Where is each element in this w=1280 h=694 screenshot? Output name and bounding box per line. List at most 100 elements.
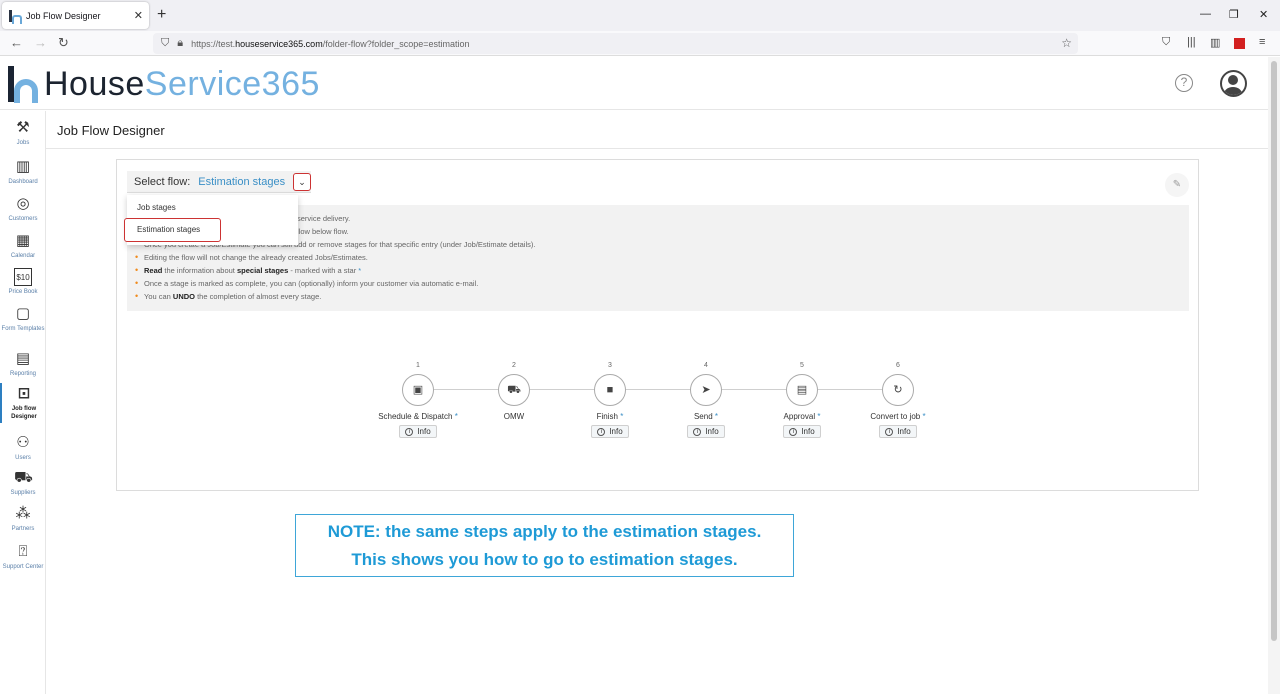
sidebar-item-reporting[interactable]: ▤ Reporting (0, 350, 46, 378)
user-avatar-icon[interactable] (1220, 70, 1247, 97)
select-flow-value[interactable]: Estimation stages (198, 176, 285, 188)
logo-text-house: House (44, 64, 145, 103)
flow-icon: ⊡ (17, 385, 31, 402)
info-icon: i (789, 427, 798, 436)
library-icon[interactable]: ||| (1187, 36, 1196, 48)
back-icon[interactable]: ← (10, 35, 23, 50)
sidebar-item-label: Jobs (16, 140, 30, 146)
favicon-icon (8, 9, 22, 24)
restore-icon[interactable]: ❐ (1229, 8, 1239, 21)
sidebar-item-jobs[interactable]: ⚒ Jobs (0, 119, 46, 147)
sidebar-item-form-templates[interactable]: ▢ Form Templates (0, 305, 46, 333)
annotation-note: NOTE: the same steps apply to the estima… (295, 514, 794, 577)
edit-pencil-icon[interactable]: ✎ (1165, 173, 1189, 197)
pocket-icon[interactable]: ⛉ (1162, 36, 1170, 49)
step-number: 5 (800, 362, 804, 369)
select-flow-label: Select flow: (134, 175, 191, 188)
info-icon: i (693, 427, 702, 436)
document-icon[interactable]: ▤ (786, 374, 818, 406)
sidebar-item-job-flow-designer[interactable]: ⊡ Job flow Designer (0, 383, 46, 423)
sidebar-item-label: Reporting (9, 371, 36, 377)
step-name: Convert to job * (870, 412, 926, 421)
shield-icon: ⛉ (161, 37, 170, 49)
stop-icon[interactable]: ■ (594, 374, 626, 406)
sidebar-item-label: Job flow Designer (11, 406, 37, 420)
step-info-button[interactable]: i Info (399, 425, 437, 438)
convert-icon[interactable]: ↻ (882, 374, 914, 406)
info-icon: i (885, 427, 894, 436)
target-icon: ◎ (16, 195, 30, 212)
browser-tab[interactable]: Job Flow Designer ✕ (2, 2, 149, 29)
note-line-2: This shows you how to go to estimation s… (351, 550, 738, 569)
sidebar-item-support-center[interactable]: ⍰ Support Center (0, 543, 46, 571)
info-line: Editing the flow will not change the alr… (135, 251, 1189, 264)
sidebar-item-suppliers[interactable]: ⛟ Suppliers (0, 469, 46, 497)
page-scrollbar[interactable] (1268, 57, 1280, 694)
sidebar-item-price-book[interactable]: $10 Price Book (0, 268, 46, 296)
sidebar-item-label: Form Templates (1, 326, 45, 332)
help-icon[interactable]: ? (1175, 74, 1193, 92)
step-info-button[interactable]: i Info (879, 425, 917, 438)
step-name: Finish * (596, 412, 624, 421)
flow-step: 6 ↻ Convert to job * i Info (848, 362, 948, 439)
sidebar-item-label: Partners (11, 526, 35, 532)
step-name: Schedule & Dispatch * (378, 412, 458, 421)
flow-dropdown-menu: Job stages Estimation stages (124, 195, 298, 245)
forward-icon[interactable]: → (34, 35, 47, 50)
sidebar-item-label: Support Center (2, 564, 44, 570)
sidebar-item-users[interactable]: ⚇ Users (0, 434, 46, 462)
reload-icon[interactable]: ↻ (58, 35, 69, 51)
app-header: House Service365 ? (0, 57, 1268, 110)
info-icon: i (597, 427, 606, 436)
window-close-icon[interactable]: ✕ (1259, 8, 1268, 21)
sidebar-item-dashboard[interactable]: ▥ Dashboard (0, 158, 46, 186)
step-info-button[interactable]: i Info (591, 425, 629, 438)
calendar-check-icon[interactable]: ▣ (402, 374, 434, 406)
truck-icon[interactable]: ⛟ (498, 374, 530, 406)
flow-select[interactable]: Select flow: Estimation stages ⌄ (127, 171, 312, 193)
minimize-icon[interactable]: — (1200, 8, 1211, 20)
step-info-button[interactable]: i Info (687, 425, 725, 438)
logo[interactable]: House Service365 (6, 64, 320, 104)
sidebar-item-label: Users (15, 455, 31, 461)
info-icon: i (405, 427, 414, 436)
menu-icon[interactable]: ≡ (1259, 36, 1265, 48)
step-number: 3 (608, 362, 612, 369)
note-line-1: NOTE: the same steps apply to the estima… (327, 522, 762, 541)
logo-mark-icon (6, 64, 40, 104)
sidebar-toggle-icon[interactable]: ▥ (1210, 36, 1220, 49)
support-icon: ⍰ (18, 543, 28, 560)
sidebar-item-calendar[interactable]: ▦ Calendar (0, 232, 46, 260)
chevron-down-icon[interactable]: ⌄ (293, 173, 312, 191)
sidebar-item-customers[interactable]: ◎ Customers (0, 195, 46, 223)
sidebar-item-partners[interactable]: ⁂ Partners (0, 505, 46, 533)
truck-icon: ⛟ (14, 469, 33, 486)
step-info-button[interactable]: i Info (783, 425, 821, 438)
flow-step: 4 ➤ Send * i Info (656, 362, 756, 439)
flow-step: 5 ▤ Approval * i Info (752, 362, 852, 439)
url-domain: houseservice365.com (235, 38, 323, 49)
price-icon: $10 (14, 268, 32, 286)
browser-nav-bar: ← → ↻ ⛉ 🔒︎ https://test. houseservice365.… (0, 31, 1280, 56)
tab-close-icon[interactable]: ✕ (134, 9, 143, 22)
divider (46, 148, 1268, 149)
flow-step: 2 ⛟ OMW (464, 362, 564, 421)
lock-icon: 🔒︎ (177, 37, 184, 49)
new-tab-button[interactable]: + (157, 6, 166, 24)
step-number: 2 (512, 362, 516, 369)
sidebar-item-label: Dashboard (8, 179, 38, 185)
dropdown-option-estimation-stages[interactable]: Estimation stages (124, 218, 221, 242)
url-bar[interactable]: ⛉ 🔒︎ https://test. houseservice365.com/fo… (153, 33, 1078, 54)
report-icon: ▤ (15, 350, 31, 367)
info-line: Once a stage is marked as complete, you … (135, 277, 1189, 290)
step-number: 1 (416, 362, 420, 369)
dropdown-option-job-stages[interactable]: Job stages (127, 198, 298, 218)
chart-icon: ▥ (15, 158, 31, 175)
extension-icon[interactable] (1234, 38, 1245, 52)
browser-tab-bar: Job Flow Designer ✕ + — ❐ ✕ (0, 0, 1280, 31)
bookmark-star-icon[interactable]: ☆ (1061, 36, 1072, 50)
send-icon[interactable]: ➤ (690, 374, 722, 406)
info-line: service delivery. (297, 214, 351, 223)
sidebar: ⚒ Jobs ▥ Dashboard ◎ Customers ▦ Calenda… (0, 111, 46, 694)
sidebar-item-label: Price Book (8, 289, 38, 295)
